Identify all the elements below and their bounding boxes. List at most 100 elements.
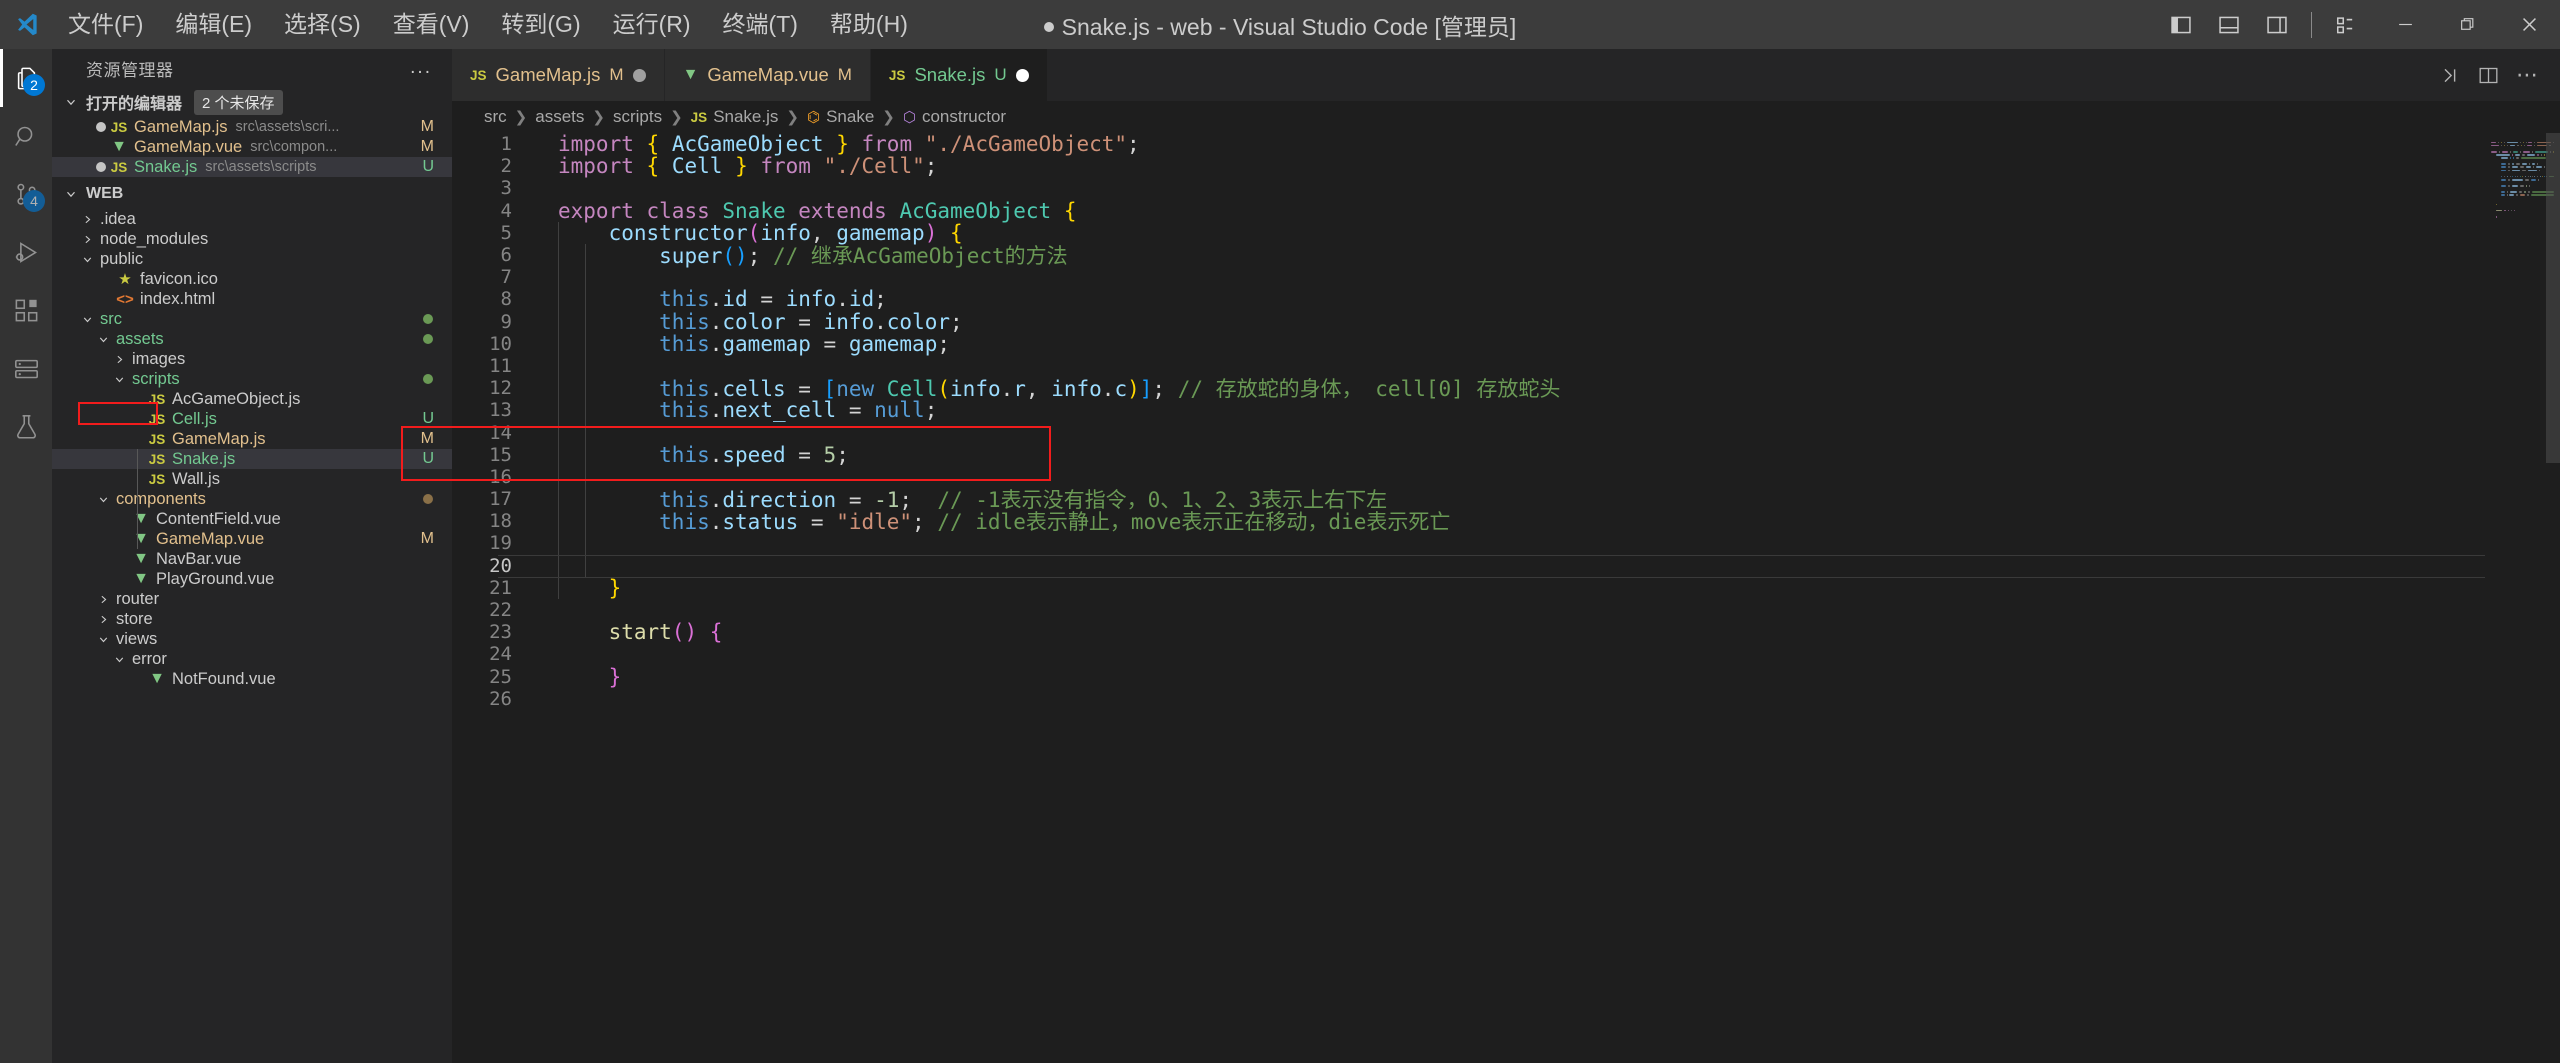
- breadcrumb-src[interactable]: src: [484, 107, 507, 127]
- menu-help[interactable]: 帮助(H): [814, 0, 924, 49]
- code-line[interactable]: 8 this.id = info.id;: [452, 287, 2560, 311]
- code-line[interactable]: 3: [452, 177, 2560, 199]
- tree-item[interactable]: JS GameMap.js M: [52, 429, 452, 449]
- code-line[interactable]: 14: [452, 421, 2560, 444]
- tree-item[interactable]: src: [52, 309, 452, 329]
- tree-item-label: GameMap.vue: [156, 529, 265, 548]
- more-actions-icon[interactable]: ⋯: [2510, 49, 2546, 101]
- breadcrumb-class[interactable]: ⌬ Snake: [807, 107, 874, 127]
- tree-item[interactable]: JS Wall.js: [52, 469, 452, 489]
- breadcrumb-scripts[interactable]: scripts: [613, 107, 662, 127]
- menu-terminal[interactable]: 终端(T): [707, 0, 814, 49]
- editor-tabs: JS GameMap.js M ▼ GameMap.vue M JS Snake…: [452, 49, 2560, 101]
- menu-edit[interactable]: 编辑(E): [159, 0, 268, 49]
- code-line[interactable]: 15 this.speed = 5;: [452, 443, 2560, 467]
- tree-item[interactable]: images: [52, 349, 452, 369]
- chevron-down-icon: [110, 373, 128, 386]
- tree-item[interactable]: router: [52, 589, 452, 609]
- tree-item[interactable]: ▼ PlayGround.vue: [52, 569, 452, 589]
- split-editor-icon[interactable]: [2470, 49, 2506, 101]
- menu-file[interactable]: 文件(F): [52, 0, 159, 49]
- code-editor[interactable]: 1 import { AcGameObject } from "./AcGameO…: [452, 133, 2560, 1063]
- minimize-button[interactable]: [2374, 0, 2436, 49]
- menu-go[interactable]: 转到(G): [485, 0, 596, 49]
- tree-item[interactable]: ▼ ContentField.vue: [52, 509, 452, 529]
- tree-item[interactable]: JS Cell.js U: [52, 409, 452, 429]
- tree-item[interactable]: JS AcGameObject.js: [52, 389, 452, 409]
- code-line[interactable]: 26: [452, 688, 2560, 710]
- code-line[interactable]: 23 start() {: [452, 620, 2560, 644]
- tree-item-label: favicon.ico: [140, 269, 218, 288]
- tab-snake-js[interactable]: JS Snake.js U: [870, 49, 1048, 101]
- code-line[interactable]: 7: [452, 266, 2560, 288]
- line-number: 9: [500, 310, 512, 333]
- activitybar-testing[interactable]: [0, 397, 52, 455]
- code-line[interactable]: 20: [452, 555, 2560, 577]
- tree-item[interactable]: node_modules: [52, 229, 452, 249]
- run-code-icon[interactable]: [2430, 49, 2466, 101]
- tree-item[interactable]: <> index.html: [52, 289, 452, 309]
- dirty-dot-icon[interactable]: [632, 68, 646, 82]
- code-line[interactable]: 25 }: [452, 665, 2560, 689]
- tree-item-selected[interactable]: JS Snake.js U: [52, 449, 452, 469]
- toggle-primary-sidebar-icon[interactable]: [2159, 0, 2203, 49]
- open-editors-section-header[interactable]: 打开的编辑器 2 个未保存: [52, 87, 452, 117]
- code-line[interactable]: 1 import { AcGameObject } from "./AcGameO…: [452, 133, 2560, 156]
- code-line[interactable]: 6 super(); // 继承AcGameObject的方法: [452, 244, 2560, 268]
- customize-layout-icon[interactable]: [2324, 0, 2368, 49]
- tree-item[interactable]: public: [52, 249, 452, 269]
- activitybar-search[interactable]: [0, 107, 52, 165]
- tree-item[interactable]: ★ favicon.ico: [52, 269, 452, 289]
- code-line[interactable]: 13 this.next_cell = null;: [452, 398, 2560, 422]
- tree-item[interactable]: views: [52, 629, 452, 649]
- tree-item[interactable]: scripts: [52, 369, 452, 389]
- tab-gamemap-js[interactable]: JS GameMap.js M: [452, 49, 665, 101]
- menu-selection[interactable]: 选择(S): [268, 0, 377, 49]
- activitybar-extensions[interactable]: [0, 281, 52, 339]
- dirty-dot-icon[interactable]: [1015, 68, 1029, 82]
- code-line[interactable]: 4 export class Snake extends AcGameObject…: [452, 199, 2560, 223]
- tree-item[interactable]: store: [52, 609, 452, 629]
- code-line[interactable]: 10 this.gamemap = gamemap;: [452, 332, 2560, 356]
- activitybar-explorer[interactable]: 2: [0, 49, 52, 107]
- js-icon: JS: [148, 411, 166, 427]
- toggle-secondary-sidebar-icon[interactable]: [2255, 0, 2299, 49]
- code-line[interactable]: 2 import { Cell } from "./Cell";: [452, 154, 2560, 178]
- line-number: 19: [489, 532, 512, 555]
- activitybar-run-debug[interactable]: [0, 223, 52, 281]
- code-line[interactable]: 9 this.color = info.color;: [452, 310, 2560, 334]
- code-line[interactable]: 19: [452, 532, 2560, 554]
- code-line[interactable]: 22: [452, 599, 2560, 621]
- open-editor-item[interactable]: ▼ GameMap.vue src\compon... M: [52, 137, 452, 157]
- tree-item[interactable]: ▼ NavBar.vue: [52, 549, 452, 569]
- open-editor-item-active[interactable]: JS Snake.js src\assets\scripts U: [52, 157, 452, 177]
- tree-item[interactable]: .idea: [52, 209, 452, 229]
- open-editor-item[interactable]: JS GameMap.js src\assets\scri... M: [52, 117, 452, 137]
- breadcrumb-method[interactable]: ⬡ constructor: [903, 107, 1006, 127]
- code-line[interactable]: 12 this.cells = [new Cell(info.r, info.c…: [452, 377, 2560, 401]
- breadcrumb-assets[interactable]: assets: [535, 107, 584, 127]
- restore-button[interactable]: [2436, 0, 2498, 49]
- workspace-section-header[interactable]: WEB: [52, 179, 452, 209]
- code-line[interactable]: 21 }: [452, 576, 2560, 600]
- tree-item[interactable]: components: [52, 489, 452, 509]
- js-icon: JS: [888, 67, 906, 83]
- toggle-panel-icon[interactable]: [2207, 0, 2251, 49]
- tree-item[interactable]: ▼ GameMap.vue M: [52, 529, 452, 549]
- editor-scrollbar[interactable]: [2546, 133, 2560, 1063]
- explorer-more-actions-icon[interactable]: ...: [404, 57, 438, 79]
- code-line[interactable]: 18 this.status = "idle"; // idle表示静止，mov…: [452, 510, 2560, 534]
- code-line[interactable]: 24: [452, 643, 2560, 665]
- code-content[interactable]: 1 import { AcGameObject } from "./AcGameO…: [452, 133, 2560, 710]
- tree-item[interactable]: ▼ NotFound.vue: [52, 669, 452, 689]
- close-button[interactable]: [2498, 0, 2560, 49]
- tree-item[interactable]: assets: [52, 329, 452, 349]
- breadcrumb-file[interactable]: JS Snake.js: [691, 107, 779, 127]
- activitybar-source-control[interactable]: 4: [0, 165, 52, 223]
- tree-item[interactable]: error: [52, 649, 452, 669]
- js-icon: JS: [110, 119, 128, 135]
- activitybar-remote-explorer[interactable]: [0, 339, 52, 397]
- tab-gamemap-vue[interactable]: ▼ GameMap.vue M: [664, 49, 871, 101]
- menu-run[interactable]: 运行(R): [597, 0, 707, 49]
- menu-view[interactable]: 查看(V): [377, 0, 486, 49]
